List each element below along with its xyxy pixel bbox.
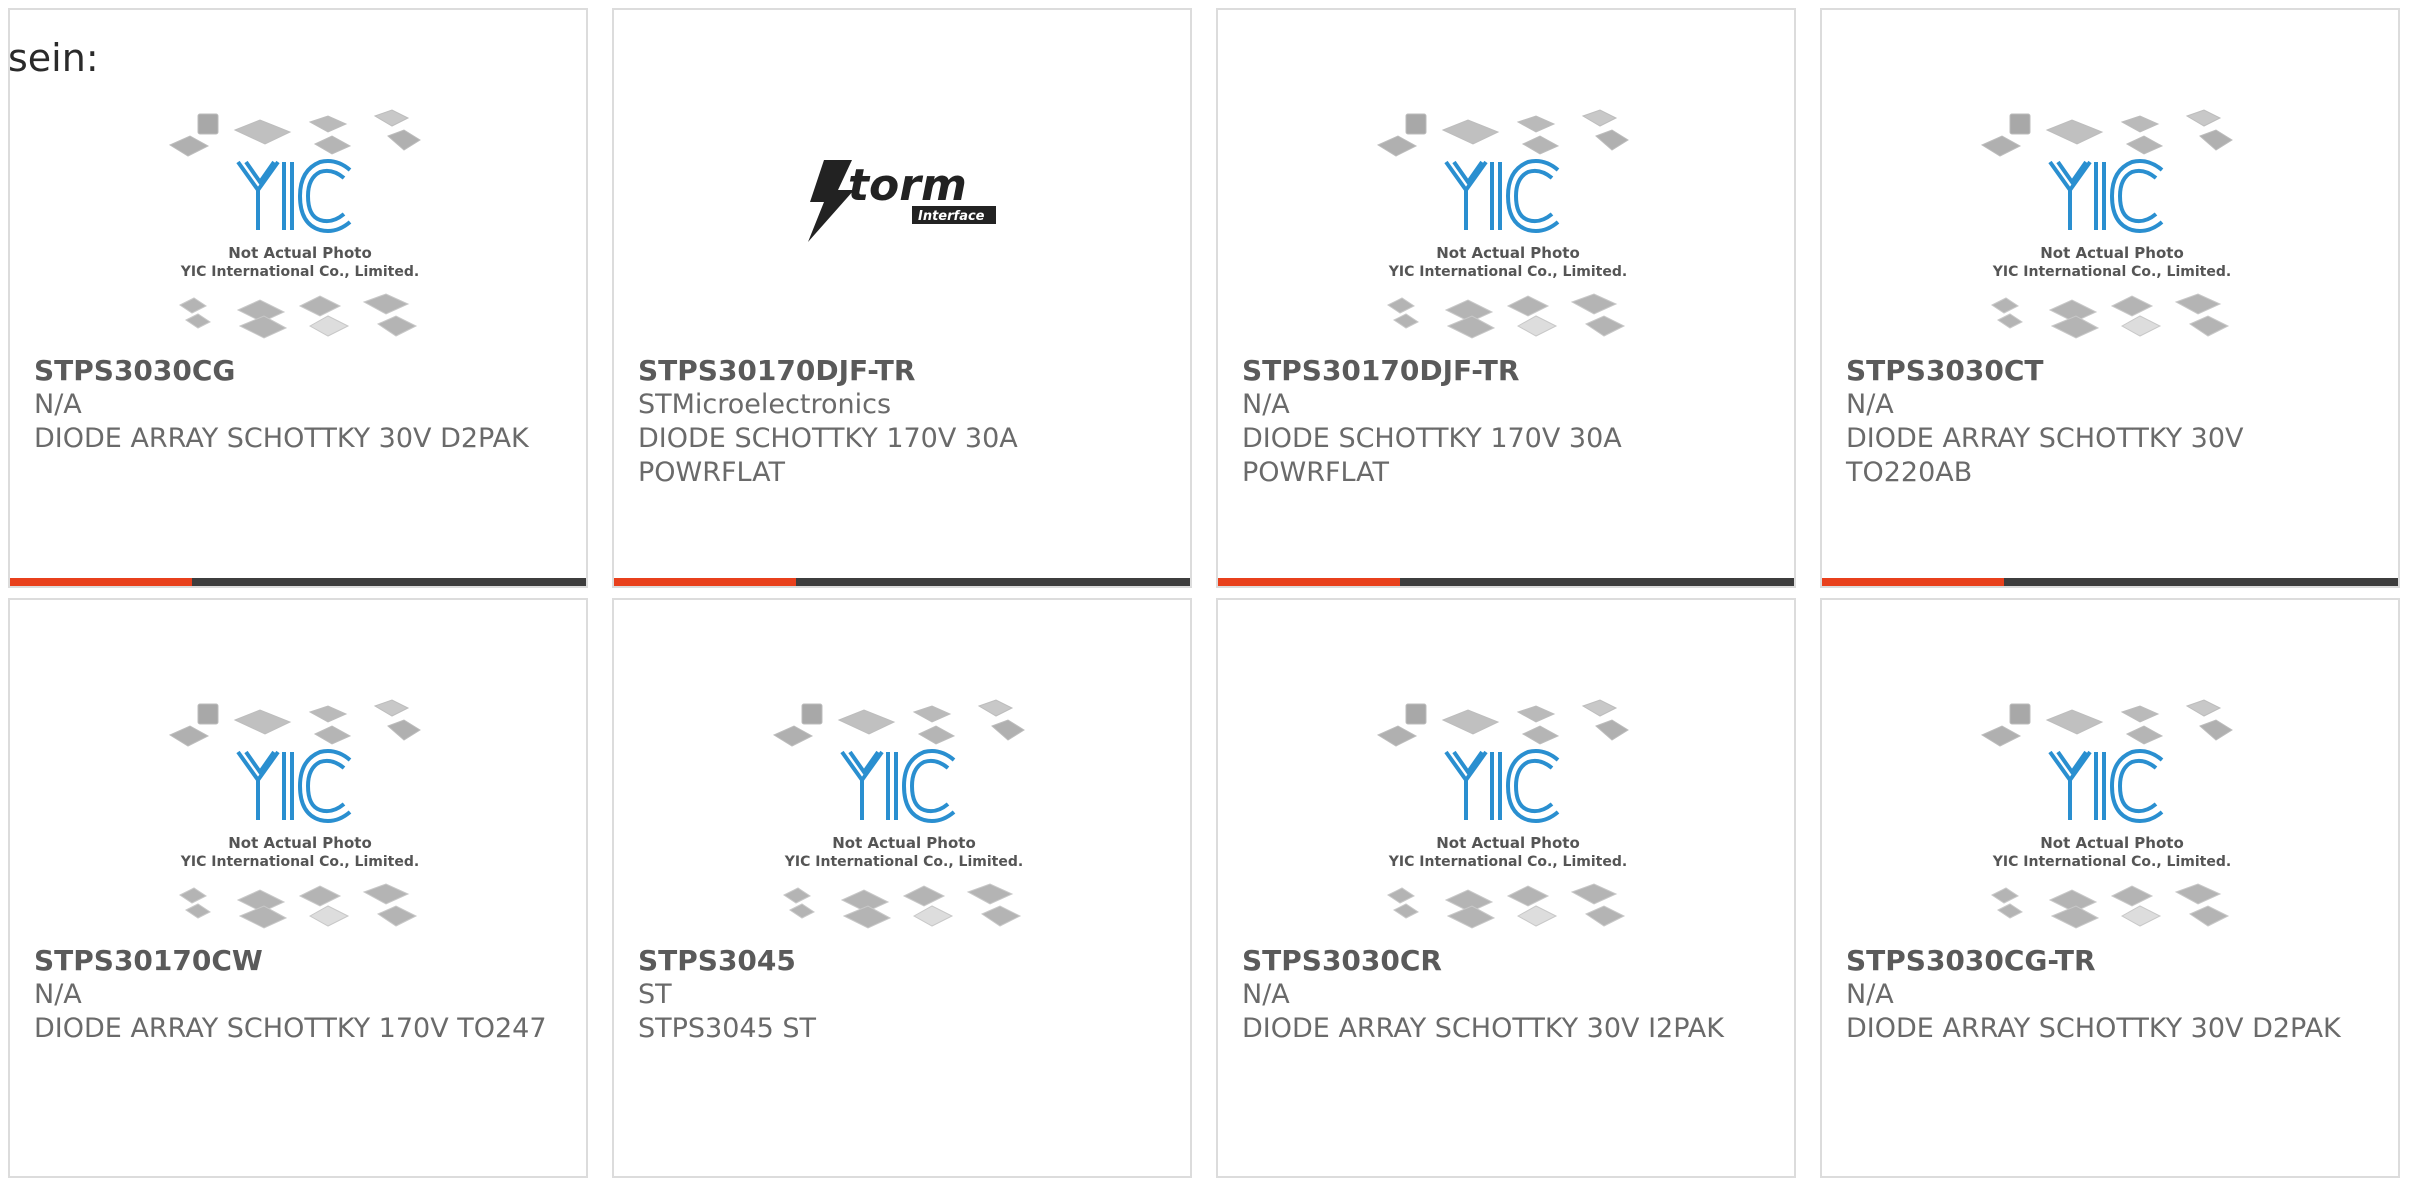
part-number[interactable]: STPS30170CW <box>34 944 566 978</box>
card-accent-bar <box>1218 578 1400 586</box>
svg-text:Not Actual Photo: Not Actual Photo <box>2040 244 2184 262</box>
manufacturer: N/A <box>1242 389 1290 420</box>
svg-text:YIC International Co., Limited: YIC International Co., Limited. <box>180 854 419 870</box>
description: DIODE ARRAY SCHOTTKY 30V I2PAK <box>1242 1013 1724 1044</box>
product-image: Not Actual Photo YIC International Co., … <box>1972 690 2252 940</box>
product-info: STPS30170DJF-TR N/A DIODE SCHOTTKY 170V … <box>1242 354 1774 490</box>
part-number[interactable]: STPS30170DJF-TR <box>638 354 1170 388</box>
product-card[interactable]: torm Interface STPS30170DJF-TR STMicroel… <box>612 8 1192 588</box>
svg-text:Not Actual Photo: Not Actual Photo <box>1436 244 1580 262</box>
yic-placeholder-icon: Not Actual Photo YIC International Co., … <box>772 699 1025 929</box>
description: DIODE ARRAY SCHOTTKY 170V TO247 <box>34 1013 547 1044</box>
card-bottom-bar <box>1218 578 1794 586</box>
manufacturer: N/A <box>34 979 82 1010</box>
product-card[interactable]: Not Actual Photo YIC International Co., … <box>612 598 1192 1178</box>
manufacturer: ST <box>638 979 672 1010</box>
manufacturer: N/A <box>1846 979 1894 1010</box>
card-accent-bar <box>1822 578 2004 586</box>
description: DIODE SCHOTTKY 170V 30A POWRFLAT <box>1242 423 1622 488</box>
part-number[interactable]: STPS3030CG <box>34 354 566 388</box>
part-number[interactable]: STPS30170DJF-TR <box>1242 354 1774 388</box>
svg-text:YIC International Co., Limited: YIC International Co., Limited. <box>1388 264 1627 280</box>
yic-placeholder-icon: Not Actual Photo YIC International Co., … <box>1980 109 2233 339</box>
svg-text:YIC International Co., Limited: YIC International Co., Limited. <box>180 264 419 280</box>
svg-text:YIC International Co., Limited: YIC International Co., Limited. <box>1992 264 2231 280</box>
manufacturer: N/A <box>34 389 82 420</box>
product-grid: Not Actual Photo YIC International Co., … <box>8 8 2400 1178</box>
yic-placeholder-icon: Not Actual Photo YIC International Co., … <box>1376 109 1629 339</box>
yic-placeholder-icon: Not Actual Photo YIC International Co., … <box>1376 699 1629 929</box>
product-card[interactable]: Not Actual Photo YIC International Co., … <box>1216 8 1796 588</box>
part-number[interactable]: STPS3030CR <box>1242 944 1774 978</box>
product-card[interactable]: Not Actual Photo YIC International Co., … <box>1820 8 2400 588</box>
product-image: torm Interface <box>764 100 1044 350</box>
svg-text:torm: torm <box>848 160 967 211</box>
product-card[interactable]: Not Actual Photo YIC International Co., … <box>1216 598 1796 1178</box>
svg-text:YIC International Co., Limited: YIC International Co., Limited. <box>1388 854 1627 870</box>
product-info: STPS3030CG-TR N/A DIODE ARRAY SCHOTTKY 3… <box>1846 944 2378 1046</box>
description: DIODE ARRAY SCHOTTKY 30V D2PAK <box>34 423 529 454</box>
product-info: STPS3030CR N/A DIODE ARRAY SCHOTTKY 30V … <box>1242 944 1774 1046</box>
product-info: STPS3030CT N/A DIODE ARRAY SCHOTTKY 30V … <box>1846 354 2378 490</box>
manufacturer: STMicroelectronics <box>638 389 892 420</box>
product-image: Not Actual Photo YIC International Co., … <box>160 690 440 940</box>
storm-logo-icon: torm Interface <box>808 160 996 242</box>
intro-text: sein: <box>8 36 99 80</box>
description: DIODE ARRAY SCHOTTKY 30V TO220AB <box>1846 423 2244 488</box>
card-accent-bar <box>10 578 192 586</box>
product-card[interactable]: Not Actual Photo YIC International Co., … <box>8 598 588 1178</box>
card-bottom-bar <box>10 578 586 586</box>
part-number[interactable]: STPS3045 <box>638 944 1170 978</box>
svg-text:YIC International Co., Limited: YIC International Co., Limited. <box>1992 854 2231 870</box>
part-number[interactable]: STPS3030CT <box>1846 354 2378 388</box>
product-image: Not Actual Photo YIC International Co., … <box>1368 100 1648 350</box>
svg-text:Not Actual Photo: Not Actual Photo <box>228 834 372 852</box>
product-card[interactable]: Not Actual Photo YIC International Co., … <box>8 8 588 588</box>
product-info: STPS3045 ST STPS3045 ST <box>638 944 1170 1046</box>
description: DIODE SCHOTTKY 170V 30A POWRFLAT <box>638 423 1018 488</box>
yic-placeholder-icon: Not Actual Photo YIC International Co., … <box>168 109 421 339</box>
description: DIODE ARRAY SCHOTTKY 30V D2PAK <box>1846 1013 2341 1044</box>
product-card[interactable]: Not Actual Photo YIC International Co., … <box>1820 598 2400 1178</box>
product-info: STPS30170DJF-TR STMicroelectronics DIODE… <box>638 354 1170 490</box>
svg-text:Not Actual Photo: Not Actual Photo <box>2040 834 2184 852</box>
svg-text:Not Actual Photo: Not Actual Photo <box>1436 834 1580 852</box>
description: STPS3045 ST <box>638 1013 816 1044</box>
yic-placeholder-icon: Not Actual Photo YIC International Co., … <box>1980 699 2233 929</box>
manufacturer: N/A <box>1846 389 1894 420</box>
manufacturer: N/A <box>1242 979 1290 1010</box>
svg-text:Not Actual Photo: Not Actual Photo <box>228 244 372 262</box>
yic-placeholder-icon: Not Actual Photo YIC International Co., … <box>168 699 421 929</box>
svg-text:Interface: Interface <box>918 209 985 224</box>
product-image: Not Actual Photo YIC International Co., … <box>764 690 1044 940</box>
part-number[interactable]: STPS3030CG-TR <box>1846 944 2378 978</box>
product-info: STPS3030CG N/A DIODE ARRAY SCHOTTKY 30V … <box>34 354 566 456</box>
product-image: Not Actual Photo YIC International Co., … <box>1368 690 1648 940</box>
product-image: Not Actual Photo YIC International Co., … <box>160 100 440 350</box>
product-info: STPS30170CW N/A DIODE ARRAY SCHOTTKY 170… <box>34 944 566 1046</box>
card-bottom-bar <box>1822 578 2398 586</box>
card-accent-bar <box>614 578 796 586</box>
svg-text:YIC International Co., Limited: YIC International Co., Limited. <box>784 854 1023 870</box>
product-image: Not Actual Photo YIC International Co., … <box>1972 100 2252 350</box>
card-bottom-bar <box>614 578 1190 586</box>
svg-text:Not Actual Photo: Not Actual Photo <box>832 834 976 852</box>
